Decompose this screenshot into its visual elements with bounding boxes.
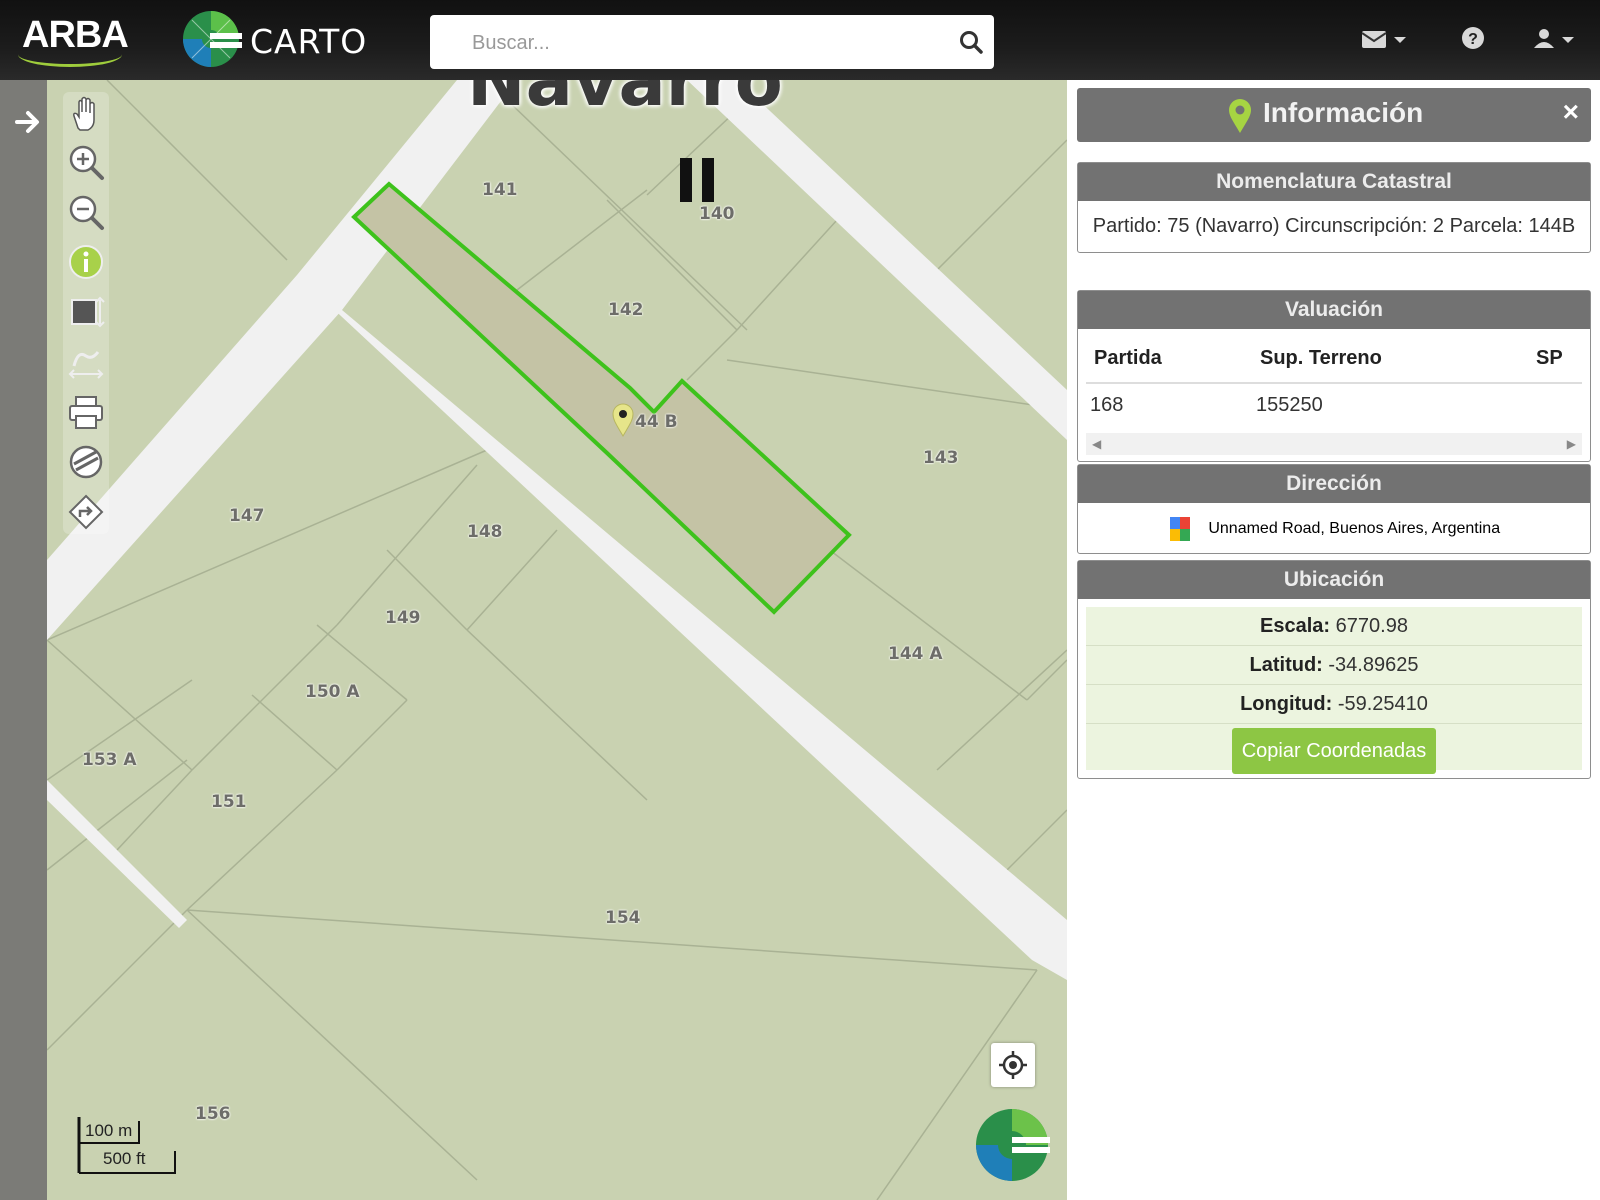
zoom-out-icon[interactable] xyxy=(66,192,106,232)
nomenclatura-header: Nomenclatura Catastral xyxy=(1078,163,1590,201)
lot-label: 148 xyxy=(467,522,503,542)
lot-label: 150 A xyxy=(305,682,360,702)
carto-corner-logo xyxy=(976,1109,1050,1181)
info-icon[interactable] xyxy=(66,242,106,282)
lot-label: 154 xyxy=(605,908,641,928)
close-icon[interactable]: × xyxy=(1563,96,1579,128)
expand-arrow-icon[interactable] xyxy=(14,108,42,136)
print-icon[interactable] xyxy=(66,392,106,432)
crosshair-icon xyxy=(999,1051,1027,1079)
valuacion-table: Partida Sup. Terreno SP 168 155250 xyxy=(1086,333,1582,427)
copy-coordinates-button[interactable]: Copiar Coordenadas xyxy=(1231,728,1437,774)
locate-me-button[interactable] xyxy=(991,1043,1035,1087)
user-icon[interactable] xyxy=(1530,24,1580,54)
table-row: 168 155250 xyxy=(1086,383,1582,427)
longitud-value: -59.25410 xyxy=(1337,693,1428,715)
scale-feet-label: 500 ft xyxy=(103,1149,146,1168)
measure-area-icon[interactable] xyxy=(66,292,106,332)
lot-label: 149 xyxy=(385,608,421,628)
column-header-sup-terreno: Sup. Terreno xyxy=(1252,333,1528,384)
lot-label: 151 xyxy=(211,792,247,812)
lot-label: 156 xyxy=(195,1104,231,1124)
search-input[interactable] xyxy=(430,15,974,71)
cell-partida: 168 xyxy=(1090,394,1124,416)
question-icon[interactable]: ? xyxy=(1460,24,1490,54)
town-label: Navarro xyxy=(467,80,783,122)
nomenclatura-text: Partido: 75 (Navarro) Circunscripción: 2… xyxy=(1092,215,1576,237)
horizontal-scrollbar[interactable]: ◀ ▶ xyxy=(1086,433,1582,455)
direccion-card: Dirección Unnamed Road, Buenos Aires, Ar… xyxy=(1077,464,1591,554)
map-marker-icon[interactable] xyxy=(610,402,636,438)
info-panel: Información × Nomenclatura Catastral Par… xyxy=(1067,80,1600,1200)
sidebar-collapsed xyxy=(0,80,47,1200)
map-toolbar xyxy=(63,92,109,534)
column-header-partida: Partida xyxy=(1086,333,1252,384)
top-navbar: ARBA CARTO ? xyxy=(0,0,1600,80)
lot-label: 44 B xyxy=(635,412,678,432)
parcel-map xyxy=(47,80,1067,1200)
scroll-left-icon[interactable]: ◀ xyxy=(1092,437,1101,451)
map-canvas[interactable]: Navarro 141 140 142 44 B 143 147 148 149… xyxy=(47,80,1067,1200)
search-box xyxy=(430,15,994,71)
cell-sp xyxy=(1528,383,1582,427)
valuacion-card: Valuación Partida Sup. Terreno SP 168 15… xyxy=(1077,290,1591,462)
lot-label: 140 xyxy=(699,204,735,224)
latitud-value: -34.89625 xyxy=(1328,654,1419,676)
arba-logo[interactable]: ARBA xyxy=(18,14,129,68)
copy-row: Copiar Coordenadas xyxy=(1086,724,1582,774)
svg-text:?: ? xyxy=(1468,31,1478,48)
pause-icon[interactable] xyxy=(680,158,716,202)
ubicacion-header: Ubicación xyxy=(1078,561,1590,599)
scale-meters-label: 100 m xyxy=(85,1121,133,1140)
escala-value: 6770.98 xyxy=(1335,615,1408,637)
carto-globe-icon xyxy=(183,11,242,67)
nomenclatura-card: Nomenclatura Catastral Partido: 75 (Nava… xyxy=(1077,162,1591,253)
lot-label: 147 xyxy=(229,506,265,526)
lot-label: 144 A xyxy=(888,644,943,664)
valuacion-header: Valuación xyxy=(1078,291,1590,329)
direccion-header: Dirección xyxy=(1078,465,1590,503)
layers-icon[interactable] xyxy=(66,442,106,482)
column-header-sp: SP xyxy=(1528,333,1582,384)
carto-logo-text: CARTO xyxy=(250,22,368,61)
info-panel-title: Información xyxy=(1263,97,1424,128)
address-row: Unnamed Road, Buenos Aires, Argentina xyxy=(1078,503,1590,553)
pan-hand-icon[interactable] xyxy=(66,94,106,134)
cell-sup-terreno: 155250 xyxy=(1256,394,1323,416)
info-panel-header: Información × xyxy=(1077,88,1591,142)
location-pin-icon xyxy=(1229,99,1251,133)
latitud-label: Latitud: xyxy=(1249,654,1323,676)
escala-label: Escala: xyxy=(1260,615,1331,637)
map-scale-bar: 100 m 500 ft xyxy=(77,1115,187,1175)
envelope-icon[interactable] xyxy=(1360,24,1410,54)
lot-label: 153 A xyxy=(82,750,137,770)
zoom-in-icon[interactable] xyxy=(66,142,106,182)
ubicacion-card: Ubicación Escala: 6770.98 Latitud: -34.8… xyxy=(1077,560,1591,779)
carto-logo[interactable]: CARTO xyxy=(180,8,366,70)
longitud-label: Longitud: xyxy=(1240,693,1333,715)
directions-icon[interactable] xyxy=(66,492,106,532)
lot-label: 141 xyxy=(482,180,518,200)
lot-label: 143 xyxy=(923,448,959,468)
scroll-right-icon[interactable]: ▶ xyxy=(1567,437,1576,451)
longitud-row: Longitud: -59.25410 xyxy=(1086,685,1582,724)
address-text: Unnamed Road, Buenos Aires, Argentina xyxy=(1208,520,1501,538)
measure-distance-icon[interactable] xyxy=(66,342,106,382)
lot-label: 142 xyxy=(608,300,644,320)
google-maps-icon xyxy=(1169,517,1190,541)
latitud-row: Latitud: -34.89625 xyxy=(1086,646,1582,685)
search-icon[interactable] xyxy=(958,29,984,55)
escala-row: Escala: 6770.98 xyxy=(1086,607,1582,646)
